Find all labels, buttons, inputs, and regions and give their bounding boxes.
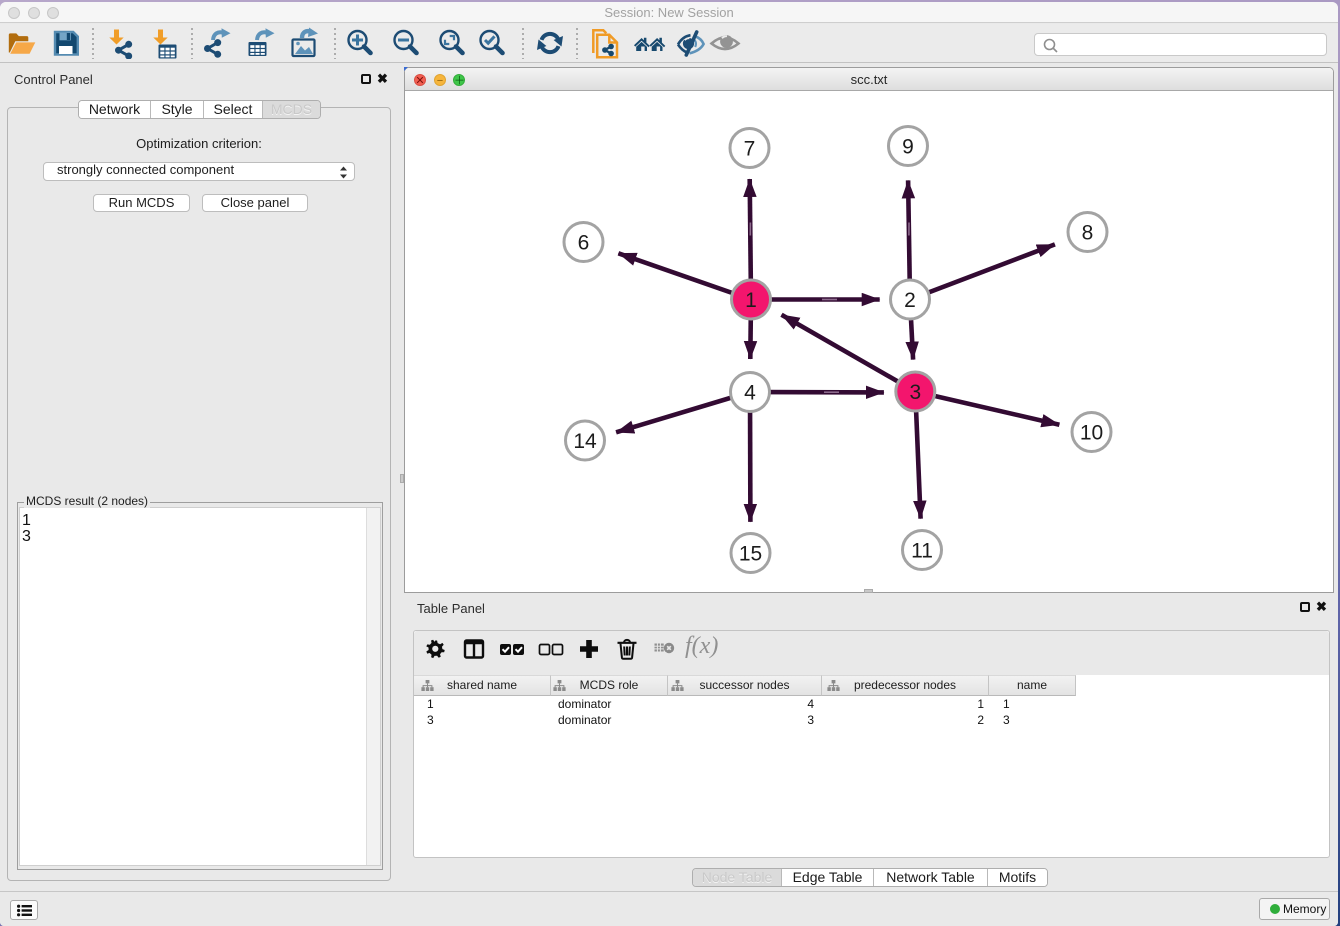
svg-text:10: 10 [1080,422,1103,445]
svg-text:1: 1 [745,289,757,312]
svg-text:3: 3 [909,381,921,404]
svg-text:11: 11 [911,540,933,563]
svg-text:14: 14 [573,430,597,453]
svg-text:9: 9 [902,136,914,159]
svg-text:15: 15 [739,543,762,566]
svg-text:6: 6 [578,232,590,255]
svg-text:7: 7 [744,138,756,161]
svg-text:8: 8 [1082,222,1094,245]
svg-text:2: 2 [904,289,916,312]
svg-text:4: 4 [744,382,756,405]
